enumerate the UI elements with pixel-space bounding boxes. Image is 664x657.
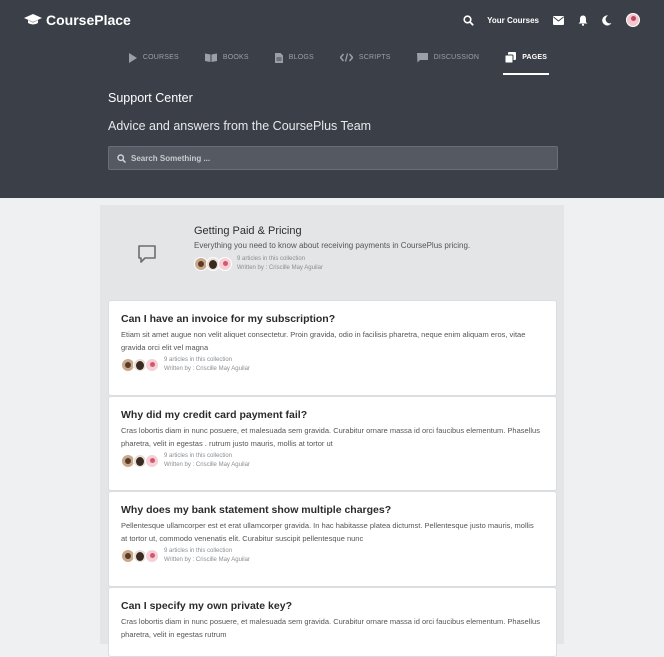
nav-item-discussion[interactable]: DISCUSSION bbox=[416, 40, 480, 75]
page-title: Support Center bbox=[108, 91, 193, 105]
nav-item-courses[interactable]: COURSES bbox=[128, 40, 179, 75]
article-card[interactable]: Can I specify my own private key? Cras l… bbox=[108, 587, 557, 657]
article-meta: 9 articles in this collection Written by… bbox=[121, 356, 544, 374]
article-excerpt: Cras lobortis diam in nunc posuere, et m… bbox=[121, 426, 540, 448]
site-header: CoursePlace Your Courses COURSES BOOKS B… bbox=[0, 0, 664, 198]
document-icon bbox=[274, 52, 283, 63]
avatar bbox=[145, 358, 159, 372]
collection-meta: 9 articles in this collection Written by… bbox=[194, 255, 323, 273]
mail-icon[interactable] bbox=[553, 15, 564, 25]
nav-label: COURSES bbox=[142, 54, 179, 61]
top-bar: CoursePlace Your Courses bbox=[0, 0, 664, 40]
article-excerpt: Pellentesque ullamcorper est et erat ull… bbox=[121, 521, 534, 543]
bell-icon[interactable] bbox=[578, 15, 588, 26]
main-nav: COURSES BOOKS BLOGS SCRIPTS DISCUSSION P… bbox=[6, 40, 664, 75]
article-count: 9 articles in this collection bbox=[164, 548, 233, 554]
collection-title: Getting Paid & Pricing bbox=[194, 225, 302, 237]
article-count: 9 articles in this collection bbox=[164, 357, 233, 363]
search-icon bbox=[117, 153, 126, 163]
chat-icon bbox=[416, 52, 428, 62]
page-subtitle: Advice and answers from the CoursePlus T… bbox=[108, 119, 372, 133]
nav-label: BOOKS bbox=[222, 54, 249, 61]
avatar bbox=[218, 257, 232, 271]
avatar bbox=[145, 454, 159, 468]
author-line: Written by : Criscille May Aguilar bbox=[164, 557, 250, 563]
author-line: Written by : Criscille May Aguilar bbox=[237, 265, 323, 271]
nav-label: SCRIPTS bbox=[358, 54, 391, 61]
article-title[interactable]: Why does my bank statement show multiple… bbox=[121, 504, 544, 516]
article-excerpt: Etiam sit amet augue non velit aliquet c… bbox=[121, 330, 526, 352]
collection-description: Everything you need to know about receiv… bbox=[194, 241, 471, 250]
book-icon bbox=[204, 53, 217, 62]
article-card[interactable]: Why did my credit card payment fail? Cra… bbox=[108, 396, 557, 491]
collection-header: Getting Paid & Pricing Everything you ne… bbox=[100, 205, 564, 299]
your-courses-link[interactable]: Your Courses bbox=[487, 16, 539, 25]
article-meta: 9 articles in this collection Written by… bbox=[121, 452, 544, 470]
article-meta: 9 articles in this collection Written by… bbox=[121, 547, 544, 565]
nav-item-scripts[interactable]: SCRIPTS bbox=[339, 40, 391, 75]
nav-item-blogs[interactable]: BLOGS bbox=[274, 40, 314, 75]
nav-label: BLOGS bbox=[288, 54, 314, 61]
chat-bubble-icon bbox=[138, 245, 156, 263]
article-title[interactable]: Why did my credit card payment fail? bbox=[121, 409, 544, 421]
avatar bbox=[145, 549, 159, 563]
user-avatar[interactable] bbox=[626, 13, 640, 27]
play-icon bbox=[128, 52, 137, 63]
search-icon[interactable] bbox=[463, 14, 474, 26]
article-card[interactable]: Can I have an invoice for my subscriptio… bbox=[108, 300, 557, 396]
author-avatars bbox=[121, 454, 159, 468]
moon-icon[interactable] bbox=[602, 14, 612, 26]
article-count: 9 articles in this collection bbox=[164, 453, 233, 459]
graduation-cap-icon bbox=[24, 14, 42, 25]
nav-item-books[interactable]: BOOKS bbox=[204, 40, 249, 75]
article-card[interactable]: Why does my bank statement show multiple… bbox=[108, 491, 557, 587]
nav-label: PAGES bbox=[522, 54, 548, 61]
author-avatars bbox=[121, 358, 159, 372]
brand-name: CoursePlace bbox=[46, 12, 131, 28]
article-title[interactable]: Can I specify my own private key? bbox=[121, 600, 544, 612]
code-icon bbox=[339, 53, 353, 62]
search-input[interactable] bbox=[131, 153, 531, 163]
author-line: Written by : Criscille May Aguilar bbox=[164, 462, 250, 468]
article-title[interactable]: Can I have an invoice for my subscriptio… bbox=[121, 313, 544, 325]
author-avatars bbox=[194, 257, 232, 271]
pages-icon bbox=[505, 52, 517, 63]
article-count: 9 articles in this collection bbox=[237, 256, 306, 262]
nav-item-pages[interactable]: PAGES bbox=[503, 40, 550, 75]
search-bar[interactable] bbox=[108, 146, 558, 170]
author-avatars bbox=[121, 549, 159, 563]
nav-label: DISCUSSION bbox=[433, 54, 480, 61]
collection-panel: Getting Paid & Pricing Everything you ne… bbox=[100, 205, 564, 657]
article-excerpt: Cras lobortis diam in nunc posuere, et m… bbox=[121, 617, 540, 639]
author-line: Written by : Criscille May Aguilar bbox=[164, 366, 250, 372]
brand-logo[interactable]: CoursePlace bbox=[24, 12, 131, 28]
